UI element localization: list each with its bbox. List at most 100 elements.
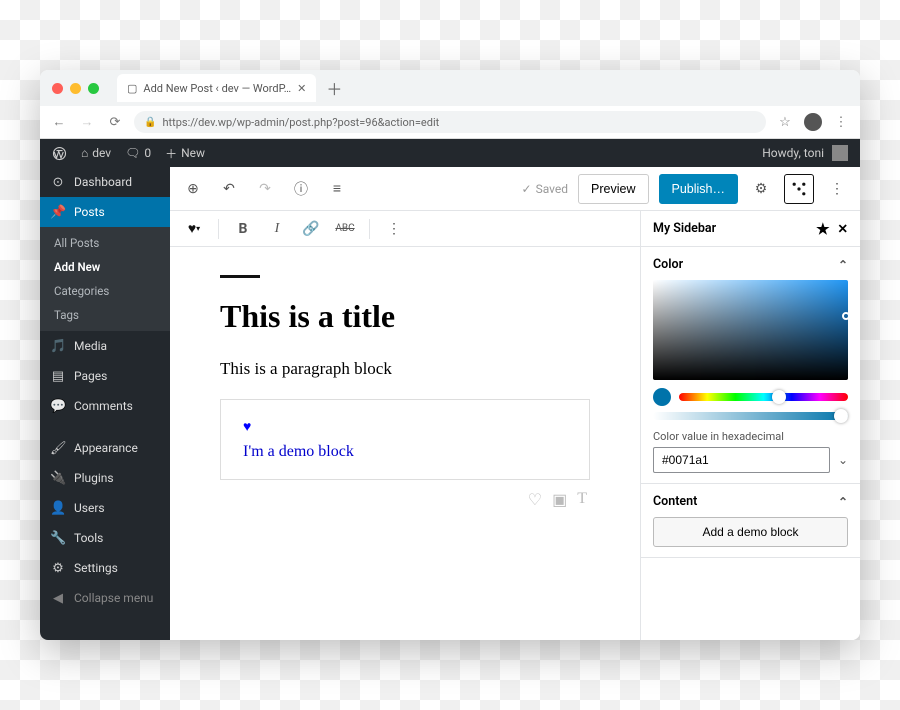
sidebar-label: Appearance xyxy=(74,441,138,455)
sidebar-item-appearance[interactable]: 🖌 Appearance xyxy=(40,433,170,463)
sidebar-item-posts[interactable]: 📌 Posts xyxy=(40,197,170,227)
text-icon[interactable]: T xyxy=(577,490,587,509)
sidebar-item-dashboard[interactable]: ⊙ Dashboard xyxy=(40,167,170,197)
plus-icon: ＋ xyxy=(165,145,177,162)
star-icon[interactable]: ★ xyxy=(816,220,829,238)
hue-thumb[interactable] xyxy=(772,390,786,404)
undo-button[interactable]: ↶ xyxy=(216,176,242,202)
submenu-tags[interactable]: Tags xyxy=(40,303,170,327)
panel-section-color: Color ⌃ xyxy=(641,247,860,484)
sidebar-item-media[interactable]: 🎵 Media xyxy=(40,331,170,361)
editor-body: ♥▾ B I 🔗 ABC ⋮ This is a title This is a… xyxy=(170,211,860,640)
paragraph-block[interactable]: This is a paragraph block xyxy=(220,359,590,379)
more-menu-button[interactable]: ⋮ xyxy=(824,176,850,202)
page-icon: ▤ xyxy=(50,369,66,384)
home-icon: ⌂ xyxy=(81,146,88,160)
maximize-window-button[interactable] xyxy=(88,83,99,94)
demo-block[interactable]: ♥ I'm a demo block ♡ ▣ T xyxy=(220,399,590,480)
info-button[interactable]: ⓘ xyxy=(288,176,314,202)
site-link[interactable]: ⌂ dev xyxy=(81,146,111,160)
outline-button[interactable]: ≡ xyxy=(324,176,350,202)
sidebar-label: Pages xyxy=(74,369,107,383)
heart-outline-icon[interactable]: ♡ xyxy=(528,490,542,509)
browser-tab[interactable]: ▢ Add New Post ‹ dev — WordP… ✕ xyxy=(117,74,316,102)
demo-block-text[interactable]: I'm a demo block xyxy=(243,443,567,461)
add-demo-block-button[interactable]: Add a demo block xyxy=(653,517,848,547)
submenu-categories[interactable]: Categories xyxy=(40,279,170,303)
block-heart-icon[interactable]: ♥▾ xyxy=(180,215,208,243)
bold-button[interactable]: B xyxy=(229,215,257,243)
italic-button[interactable]: I xyxy=(263,215,291,243)
section-title: Color xyxy=(653,257,683,272)
alpha-slider[interactable] xyxy=(653,412,848,420)
separator xyxy=(369,219,370,239)
close-window-button[interactable] xyxy=(52,83,63,94)
check-icon: ✓ xyxy=(522,182,532,196)
block-side-tools: ♡ ▣ T xyxy=(528,490,587,509)
alpha-thumb[interactable] xyxy=(834,409,848,423)
posts-submenu: All Posts Add New Categories Tags xyxy=(40,227,170,331)
chevron-up-icon: ⌃ xyxy=(838,258,848,272)
title-accent xyxy=(220,275,260,278)
sidebar-item-users[interactable]: 👤 Users xyxy=(40,493,170,523)
editor-canvas: ♥▾ B I 🔗 ABC ⋮ This is a title This is a… xyxy=(170,211,640,640)
sidebar-item-plugins[interactable]: 🔌 Plugins xyxy=(40,463,170,493)
sidebar-label: Media xyxy=(74,339,107,353)
sidebar-item-pages[interactable]: ▤ Pages xyxy=(40,361,170,391)
bookmark-star-icon[interactable]: ☆ xyxy=(776,115,794,130)
forward-button[interactable]: → xyxy=(78,114,96,130)
howdy-text[interactable]: Howdy, toni xyxy=(762,146,824,160)
user-avatar[interactable] xyxy=(832,145,848,161)
strikethrough-button[interactable]: ABC xyxy=(331,215,359,243)
publish-button[interactable]: Publish… xyxy=(659,174,739,204)
preview-button[interactable]: Preview xyxy=(578,174,648,204)
hex-input[interactable] xyxy=(653,447,830,473)
reload-button[interactable]: ⟳ xyxy=(106,115,124,130)
editor-shell: ⊕ ↶ ↷ ⓘ ≡ ✓ Saved Preview Publish… ⚙ ⋮ xyxy=(170,167,860,640)
sidebar-collapse[interactable]: ◀ Collapse menu xyxy=(40,583,170,613)
block-toolbar: ♥▾ B I 🔗 ABC ⋮ xyxy=(170,211,640,247)
chrome-toolbar: ← → ⟳ 🔒 https://dev.wp/wp-admin/post.php… xyxy=(40,106,860,139)
hue-slider[interactable] xyxy=(679,393,848,401)
sidebar-item-comments[interactable]: 💬 Comments xyxy=(40,391,170,421)
comments-link[interactable]: 🗨 0 xyxy=(125,146,151,160)
sidebar-item-tools[interactable]: 🔧 Tools xyxy=(40,523,170,553)
plugin-sidebar-toggle[interactable] xyxy=(784,174,814,204)
content-section-toggle[interactable]: Content ⌃ xyxy=(653,494,848,509)
link-button[interactable]: 🔗 xyxy=(297,215,325,243)
saved-label: Saved xyxy=(536,182,568,196)
sidebar-item-settings[interactable]: ⚙ Settings xyxy=(40,553,170,583)
post-title[interactable]: This is a title xyxy=(220,298,590,335)
gear-icon: ⚙ xyxy=(50,561,66,576)
back-button[interactable]: ← xyxy=(50,114,68,130)
submenu-add-new[interactable]: Add New xyxy=(40,255,170,279)
chevron-down-icon[interactable]: ⌄ xyxy=(838,453,848,467)
sidebar-label: Comments xyxy=(74,399,133,413)
url-text: https://dev.wp/wp-admin/post.php?post=96… xyxy=(162,116,439,129)
url-bar[interactable]: 🔒 https://dev.wp/wp-admin/post.php?post=… xyxy=(134,111,766,133)
color-picker-indicator[interactable] xyxy=(842,312,850,320)
new-tab-button[interactable]: ＋ xyxy=(324,78,344,98)
browser-window: ▢ Add New Post ‹ dev — WordP… ✕ ＋ ← → ⟳ … xyxy=(40,70,860,640)
submenu-all-posts[interactable]: All Posts xyxy=(40,231,170,255)
saturation-picker[interactable] xyxy=(653,280,848,380)
close-tab-icon[interactable]: ✕ xyxy=(297,82,306,95)
color-section-toggle[interactable]: Color ⌃ xyxy=(653,257,848,272)
block-more-button[interactable]: ⋮ xyxy=(380,215,408,243)
new-content-link[interactable]: ＋ New xyxy=(165,145,205,162)
wp-logo-icon[interactable] xyxy=(52,146,67,161)
comment-count: 0 xyxy=(144,146,151,160)
minimize-window-button[interactable] xyxy=(70,83,81,94)
image-icon[interactable]: ▣ xyxy=(552,490,567,509)
block-inserter-button[interactable]: ⊕ xyxy=(180,176,206,202)
settings-gear-button[interactable]: ⚙ xyxy=(748,176,774,202)
sidebar-label: Collapse menu xyxy=(74,591,153,605)
media-icon: 🎵 xyxy=(50,339,66,354)
profile-avatar[interactable] xyxy=(804,113,822,131)
document-area[interactable]: This is a title This is a paragraph bloc… xyxy=(170,247,640,508)
page-icon: ▢ xyxy=(127,82,137,95)
chrome-menu-icon[interactable]: ⋮ xyxy=(832,115,850,130)
close-panel-icon[interactable]: ✕ xyxy=(838,221,848,237)
dashboard-icon: ⊙ xyxy=(50,175,66,190)
redo-button[interactable]: ↷ xyxy=(252,176,278,202)
